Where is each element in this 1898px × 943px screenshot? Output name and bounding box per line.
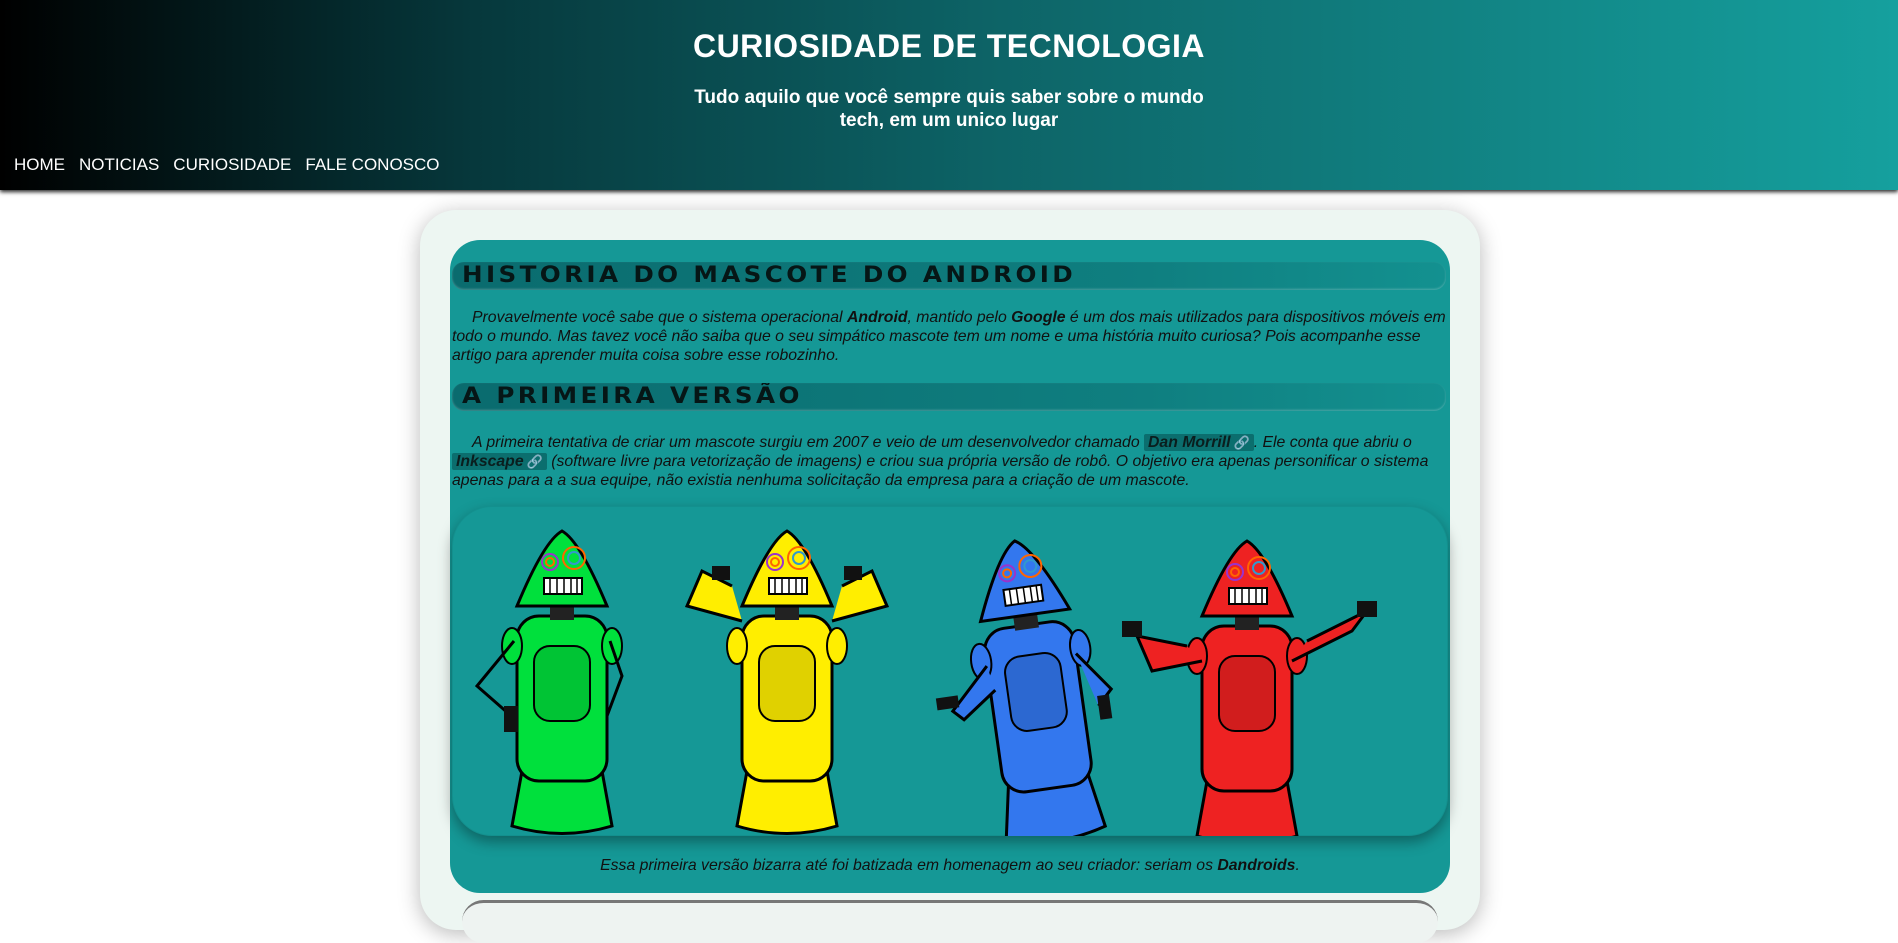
nav-item-curiosidade[interactable]: CURIOSIDADE: [167, 153, 297, 177]
next-article-card: [462, 900, 1438, 943]
first-version-paragraph: A primeira tentativa de criar um mascote…: [452, 434, 1429, 489]
image-caption: Essa primeira versão bizarra até foi bat…: [600, 857, 1300, 874]
yellow-dandroid: [684, 529, 890, 835]
blue-dandroid: [935, 531, 1118, 836]
inkscape-link[interactable]: Inkscape 🔗: [452, 453, 547, 470]
main-nav: HOME NOTICIAS CURIOSIDADE FALE CONOSCO: [8, 153, 448, 177]
dandroids-illustration: [474, 529, 1377, 836]
link-icon: 🔗: [526, 454, 543, 469]
section-heading-historia: Historia do mascote do Android: [452, 262, 1446, 290]
article-card: Historia do mascote do Android Provavelm…: [450, 240, 1450, 893]
nav-item-fale-conosco[interactable]: FALE CONOSCO: [299, 153, 445, 177]
nav-item-noticias[interactable]: NOTICIAS: [73, 153, 165, 177]
site-title: CURIOSIDADE DE TECNOLOGIA: [692, 28, 1206, 64]
nav-item-home[interactable]: HOME: [8, 153, 71, 177]
dandroids-bold: Dandroids: [1217, 857, 1296, 874]
google-bold: Google: [1011, 309, 1066, 326]
red-dandroid: [1122, 539, 1377, 836]
green-dandroid: [474, 529, 624, 835]
android-bold: Android: [846, 309, 908, 326]
intro-paragraph: Provavelmente você sabe que o sistema op…: [452, 309, 1446, 364]
link-icon: 🔗: [1233, 435, 1250, 450]
site-subtitle: Tudo aquilo que você sempre quis saber s…: [694, 87, 1204, 131]
dan-morrill-link[interactable]: Dan Morrill 🔗: [1144, 434, 1254, 451]
dandroids-image: [452, 506, 1448, 836]
section-heading-primeira-versao: A primeira versão: [452, 383, 1446, 411]
site-header: CURIOSIDADE DE TECNOLOGIA Tudo aquilo qu…: [0, 0, 1898, 190]
